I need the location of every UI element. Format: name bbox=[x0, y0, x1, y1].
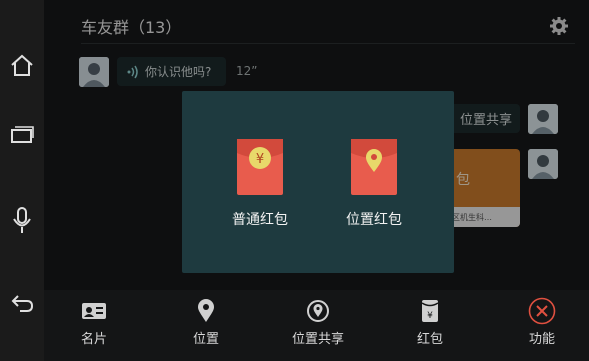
sidebar bbox=[0, 0, 44, 361]
location-pin-icon bbox=[351, 139, 397, 195]
location-button[interactable]: 位置 bbox=[166, 298, 246, 347]
normal-red-packet-label: 普通红包 bbox=[232, 212, 288, 228]
location-red-packet-option[interactable]: 位置红包 bbox=[329, 139, 419, 229]
location-share-label: 位置共享 bbox=[291, 332, 344, 347]
location-share-button[interactable]: 位置共享 bbox=[278, 298, 358, 347]
normal-red-packet-option[interactable]: ¥ 普通红包 bbox=[215, 139, 305, 229]
red-packet-label: 红包 bbox=[416, 332, 443, 347]
svg-text:¥: ¥ bbox=[427, 311, 433, 321]
back-button[interactable] bbox=[0, 283, 44, 323]
home-button[interactable] bbox=[0, 45, 44, 85]
location-share-icon bbox=[307, 300, 329, 322]
function-label: 功能 bbox=[528, 332, 555, 347]
location-icon bbox=[198, 299, 214, 322]
function-bar: 名片 位置 位置共享 ¥ 红包 功能 bbox=[44, 290, 589, 361]
red-packet-icon: ¥ bbox=[421, 300, 439, 322]
home-icon bbox=[11, 54, 33, 76]
location-red-packet-label: 位置红包 bbox=[346, 212, 402, 228]
close-icon bbox=[528, 297, 556, 325]
red-packet-button[interactable]: ¥ 红包 bbox=[390, 298, 470, 347]
location-label: 位置 bbox=[192, 332, 219, 347]
red-packet-dialog: ¥ 普通红包 位置红包 bbox=[182, 91, 454, 273]
back-icon bbox=[11, 295, 34, 312]
windows-icon bbox=[11, 126, 34, 143]
yuan-icon: ¥ bbox=[237, 139, 283, 195]
function-toggle-button[interactable]: 功能 bbox=[502, 297, 582, 347]
contact-card-label: 名片 bbox=[80, 332, 107, 347]
voice-button[interactable] bbox=[0, 200, 44, 240]
windows-button[interactable] bbox=[0, 114, 44, 154]
contact-card-icon bbox=[82, 303, 106, 319]
svg-text:¥: ¥ bbox=[256, 152, 264, 167]
contact-card-button[interactable]: 名片 bbox=[54, 298, 134, 347]
microphone-icon bbox=[13, 207, 31, 233]
